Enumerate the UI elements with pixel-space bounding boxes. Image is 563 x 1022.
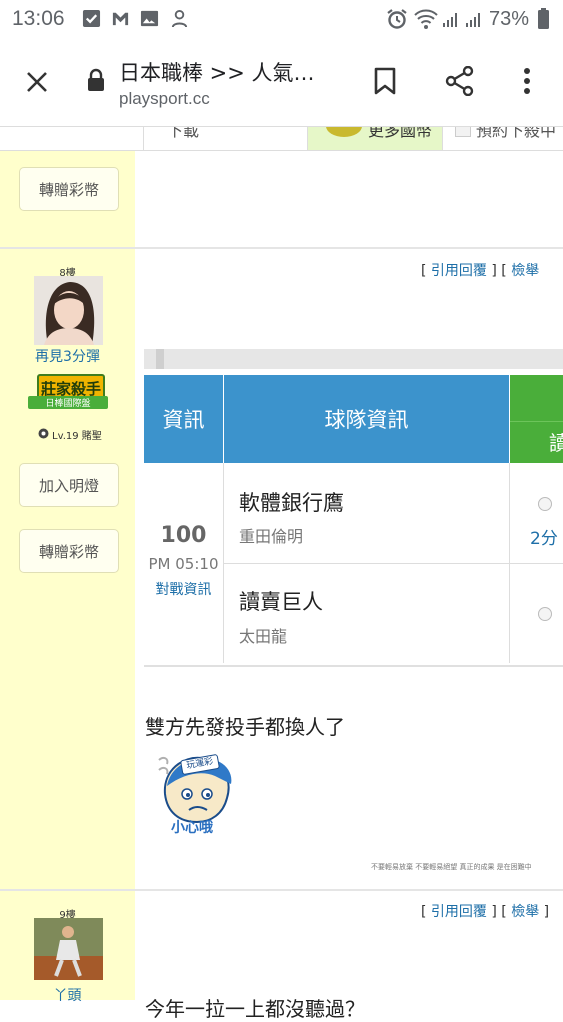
- gmail-icon: [112, 12, 129, 26]
- download-text[interactable]: 下載: [167, 127, 199, 141]
- post9-sidebar: 9樓 丫頭: [0, 891, 135, 1004]
- home-pick-radio[interactable]: [538, 607, 552, 621]
- report-link-9[interactable]: 檢舉: [511, 904, 539, 920]
- person-icon: [171, 9, 188, 28]
- post8-badge: 莊家殺手 日棒國際盤: [28, 374, 110, 412]
- more-menu-button[interactable]: [507, 61, 547, 101]
- lock-icon: [88, 68, 104, 91]
- post8-body: [ 引用回覆 ] [ 檢舉 資訊 球隊資訊 讀 100 PM 05:10 對戰資…: [135, 249, 563, 889]
- col-info-header: 資訊: [144, 375, 223, 463]
- quote-reply-link[interactable]: 引用回覆: [431, 263, 487, 279]
- report-link[interactable]: 檢舉: [511, 263, 539, 279]
- post9-body: [ 引用回覆 ] [ 檢舉 ] 今年一拉一上都沒聽過？: [135, 891, 563, 1021]
- page-domain[interactable]: playsport.cc: [119, 89, 210, 109]
- gift-coins-button-prev[interactable]: 轉贈彩幣: [19, 167, 119, 211]
- home-team[interactable]: 讀賣巨人: [239, 586, 323, 616]
- badge-subtitle: 日棒國際盤: [28, 396, 108, 409]
- col-green-header: [510, 375, 563, 421]
- prev-post-body: [135, 151, 563, 247]
- post8-sidebar: 8樓 再見3分彈 莊家殺手 日棒國際盤 Lv.19 賭聖 加入明燈 轉贈彩幣: [0, 249, 135, 889]
- spread-value: 2分: [530, 529, 558, 549]
- alarm-icon: [387, 9, 407, 29]
- post9-actions: [ 引用回覆 ] [ 檢舉 ]: [421, 904, 550, 920]
- matchup-info-link[interactable]: 對戰資訊: [144, 579, 223, 599]
- game-number: 100: [160, 523, 207, 548]
- gift-coins-button[interactable]: 轉贈彩幣: [19, 529, 119, 573]
- check-box-icon: [82, 9, 101, 28]
- game-time: PM 05:10: [148, 555, 219, 573]
- status-bar: 13:06 73%: [0, 0, 563, 40]
- post8-avatar[interactable]: [34, 276, 103, 345]
- image-icon: [140, 10, 159, 27]
- bookmark-icon: [374, 67, 396, 95]
- table-scrollbar-track[interactable]: [144, 349, 563, 369]
- post8-level: Lv.19 賭聖: [52, 431, 102, 442]
- close-icon: [27, 72, 47, 92]
- signal-icon-2: [466, 13, 480, 27]
- follow-button[interactable]: 加入明燈: [19, 463, 119, 507]
- more-vert-icon: [524, 68, 530, 94]
- post9-avatar[interactable]: [34, 918, 103, 980]
- promo-text: 更多國幣: [368, 127, 433, 140]
- post9-username[interactable]: 丫頭: [0, 985, 135, 1005]
- browser-toolbar: 日本職棒 >> 人氣… playsport.cc: [0, 40, 563, 127]
- top-strip: 下載 更多國幣 預約下殺中: [0, 127, 563, 151]
- quote-reply-link-9[interactable]: 引用回覆: [431, 904, 487, 920]
- clock: 13:06: [12, 7, 65, 30]
- page-title[interactable]: 日本職棒 >> 人氣…: [119, 57, 315, 87]
- col-team-header: 球隊資訊: [224, 375, 509, 463]
- promo-tab[interactable]: 更多國幣: [307, 127, 443, 151]
- post9-message: 今年一拉一上都沒聽過？: [145, 997, 365, 1021]
- share-button[interactable]: [440, 61, 480, 101]
- level-icon: [38, 428, 49, 439]
- post8-message: 雙方先發投手都換人了: [145, 715, 345, 739]
- col-partial-header: 讀: [510, 421, 563, 463]
- home-pitcher: 太田龍: [239, 627, 288, 646]
- battery-icon: [538, 8, 549, 29]
- away-team[interactable]: 軟體銀行鷹: [239, 487, 344, 517]
- reserve-text[interactable]: 預約下殺中: [476, 127, 556, 141]
- signal-icon: [443, 13, 457, 27]
- away-pick-radio[interactable]: [538, 497, 552, 511]
- game-table: 資訊 球隊資訊 讀 100 PM 05:10 對戰資訊 軟體銀行鷹 重田倫明 讀…: [144, 369, 563, 667]
- wifi-icon: [414, 9, 438, 29]
- post8-actions: [ 引用回覆 ] [ 檢舉: [421, 263, 540, 279]
- share-icon: [445, 66, 474, 96]
- away-pitcher: 重田倫明: [239, 527, 304, 546]
- post8-signature: 不要輕易放棄 不要輕易絕望 真正的成果 是在困難中: [371, 863, 532, 871]
- bookmark-button[interactable]: [365, 61, 405, 101]
- prev-post-sidebar: 轉贈彩幣: [0, 151, 135, 247]
- sticker-caption: 小心哦: [171, 820, 213, 836]
- battery-percent: 73%: [488, 8, 529, 30]
- close-tab-button[interactable]: [17, 62, 57, 102]
- post8-username[interactable]: 再見3分彈: [0, 346, 135, 366]
